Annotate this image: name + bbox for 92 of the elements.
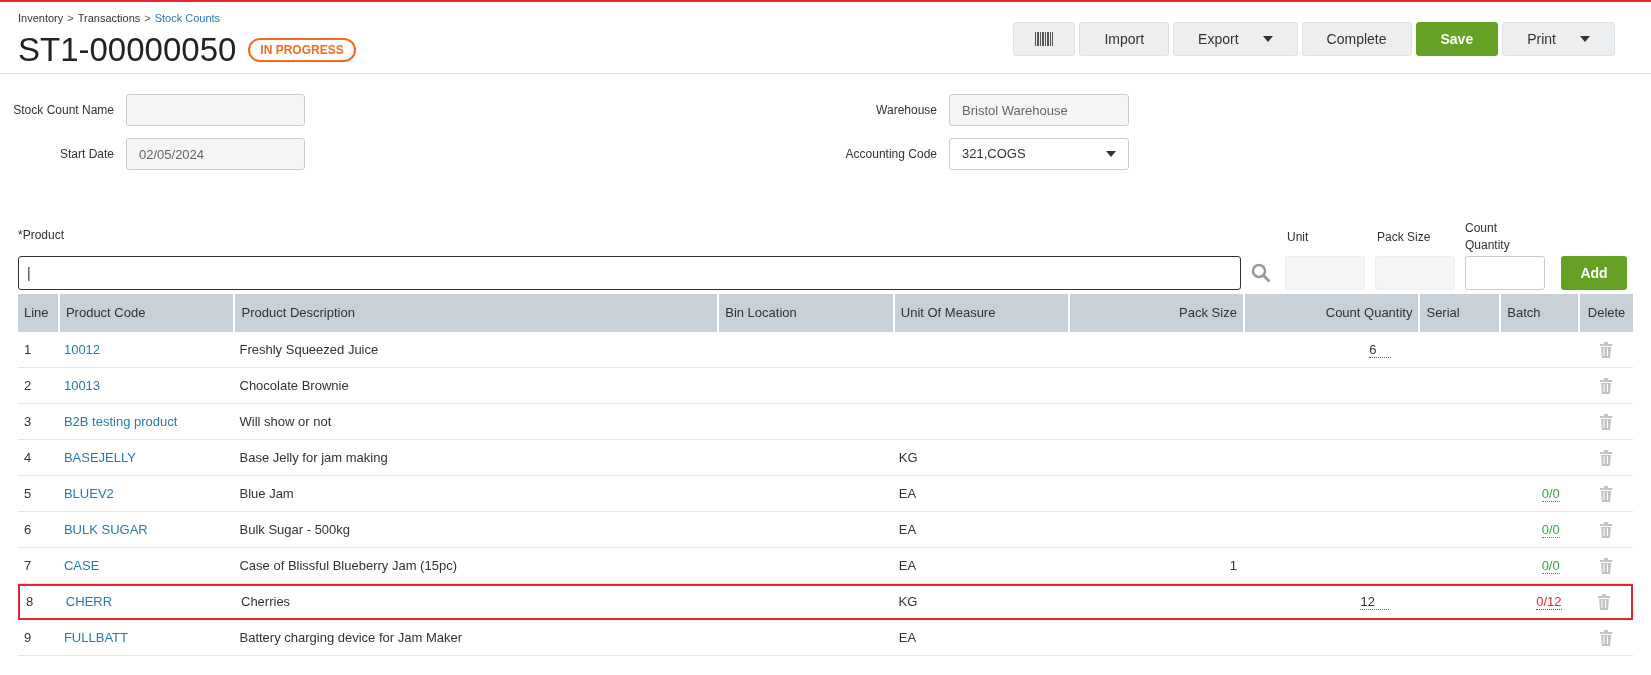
table-cell: 3 bbox=[24, 413, 32, 429]
toolbar-button[interactable]: Complete bbox=[1301, 22, 1412, 56]
table-cell: Battery charging device for Jam Maker bbox=[239, 629, 463, 645]
table-cell: EA bbox=[898, 485, 917, 501]
breadcrumb-separator: > bbox=[67, 11, 74, 26]
breadcrumb-separator: > bbox=[144, 11, 151, 26]
toolbar-button[interactable]: Save bbox=[1415, 22, 1499, 56]
input-field[interactable]: 02/05/2024 bbox=[126, 138, 305, 170]
trash-icon[interactable] bbox=[1598, 449, 1613, 466]
table-cell: EA bbox=[898, 557, 917, 573]
field-label: Start Date bbox=[58, 146, 115, 163]
count-quantity-field[interactable] bbox=[1465, 256, 1545, 290]
breadcrumb-link[interactable]: Inventory bbox=[18, 10, 64, 27]
field-label: *Product bbox=[18, 227, 66, 244]
trash-icon[interactable] bbox=[1598, 377, 1613, 394]
table-cell: Freshly Squeezed Juice bbox=[239, 341, 379, 357]
table-cell: 5 bbox=[24, 485, 32, 501]
caret-icon bbox=[1262, 36, 1273, 42]
caret-icon bbox=[1580, 36, 1590, 42]
table-cell: 1 bbox=[1229, 557, 1237, 573]
batch-count-link[interactable]: 0/0 bbox=[1541, 485, 1560, 502]
table-cell: Will show or not bbox=[239, 413, 332, 429]
barcode-button[interactable] bbox=[1013, 22, 1076, 56]
table-cell: Cherries bbox=[241, 594, 291, 610]
table-cell: 7 bbox=[24, 557, 32, 573]
column-header: Bin Location bbox=[717, 294, 893, 332]
field-label: Accounting Code bbox=[844, 146, 938, 163]
page-title: ST1-00000050 bbox=[18, 29, 237, 70]
count-quantity-value[interactable]: 6 bbox=[1369, 341, 1391, 358]
field-label: Unit bbox=[1286, 229, 1310, 246]
table-cell: Blue Jam bbox=[239, 485, 294, 501]
table-cell: 1 bbox=[24, 341, 32, 357]
table-cell: EA bbox=[898, 521, 917, 537]
input-field[interactable] bbox=[126, 94, 305, 126]
breadcrumb-link[interactable]: Stock Counts bbox=[154, 10, 221, 27]
field-label: Pack Size bbox=[1376, 229, 1432, 246]
trash-icon[interactable] bbox=[1598, 557, 1613, 574]
trash-icon[interactable] bbox=[1598, 629, 1613, 646]
dropdown-button[interactable]: Export bbox=[1173, 22, 1298, 56]
column-header: Unit Of Measure bbox=[892, 294, 1069, 332]
table-cell: KG bbox=[898, 449, 918, 465]
column-header: Pack Size bbox=[1068, 294, 1243, 332]
product-search-field[interactable]: | bbox=[18, 256, 1241, 290]
column-header: Line bbox=[23, 304, 50, 323]
product-code-link[interactable]: B2B testing product bbox=[63, 413, 178, 429]
column-header: Product Code bbox=[57, 294, 234, 332]
product-code-link[interactable]: CHERR bbox=[65, 594, 113, 610]
field-label: Warehouse bbox=[875, 102, 938, 119]
field-label: Count Quantity bbox=[1465, 220, 1511, 254]
input-field[interactable]: Bristol Warehouse bbox=[949, 94, 1129, 126]
count-quantity-value[interactable]: 12 bbox=[1360, 594, 1389, 611]
product-code-link[interactable]: CASE bbox=[63, 557, 100, 573]
product-code-link[interactable]: BLUEV2 bbox=[63, 485, 114, 501]
product-code-link[interactable]: 10012 bbox=[63, 341, 101, 357]
table-cell: EA bbox=[898, 629, 917, 645]
search-icon[interactable] bbox=[1251, 263, 1271, 283]
batch-count-link[interactable]: 0/12 bbox=[1536, 594, 1562, 611]
table-cell: 8 bbox=[26, 594, 34, 610]
status-badge: IN PROGRESS bbox=[248, 37, 356, 62]
add-button[interactable]: Add bbox=[1561, 256, 1627, 290]
batch-count-link[interactable]: 0/0 bbox=[1541, 557, 1560, 574]
column-header: Serial bbox=[1418, 294, 1500, 332]
toolbar-button[interactable]: Import bbox=[1079, 22, 1170, 56]
column-header: Batch bbox=[1499, 294, 1579, 332]
table-cell: 4 bbox=[24, 449, 32, 465]
breadcrumb-link[interactable]: Transactions bbox=[77, 10, 141, 27]
batch-count-link[interactable]: 0/0 bbox=[1541, 521, 1560, 538]
trash-icon[interactable] bbox=[1598, 341, 1613, 358]
product-code-link[interactable]: FULLBATT bbox=[63, 629, 128, 645]
field-label: Stock Count Name bbox=[12, 102, 115, 119]
trash-icon[interactable] bbox=[1596, 594, 1611, 610]
table-cell: Chocolate Brownie bbox=[239, 377, 349, 393]
column-header: Count Quantity bbox=[1242, 294, 1419, 332]
product-code-link[interactable]: BASEJELLY bbox=[63, 449, 136, 465]
table-cell: 6 bbox=[24, 521, 32, 537]
table-cell: Case of Blissful Blueberry Jam (15pc) bbox=[239, 557, 457, 573]
caret-icon bbox=[1106, 151, 1116, 157]
product-code-link[interactable]: 10013 bbox=[63, 377, 101, 393]
trash-icon[interactable] bbox=[1598, 521, 1613, 538]
product-code-link[interactable]: BULK SUGAR bbox=[63, 521, 148, 537]
trash-icon[interactable] bbox=[1598, 413, 1613, 430]
trash-icon[interactable] bbox=[1598, 485, 1613, 502]
table-cell: Bulk Sugar - 500kg bbox=[239, 521, 351, 537]
column-header: Product Description bbox=[233, 294, 718, 332]
column-header: Delete bbox=[1578, 294, 1633, 332]
dropdown-button[interactable]: Print bbox=[1502, 22, 1615, 56]
table-cell: KG bbox=[898, 594, 918, 610]
table-cell: 9 bbox=[24, 629, 32, 645]
table-cell: 2 bbox=[24, 377, 32, 393]
barcode-icon bbox=[1035, 32, 1054, 46]
select-field[interactable]: 321,COGS bbox=[949, 138, 1129, 170]
table-cell: Base Jelly for jam making bbox=[239, 449, 388, 465]
